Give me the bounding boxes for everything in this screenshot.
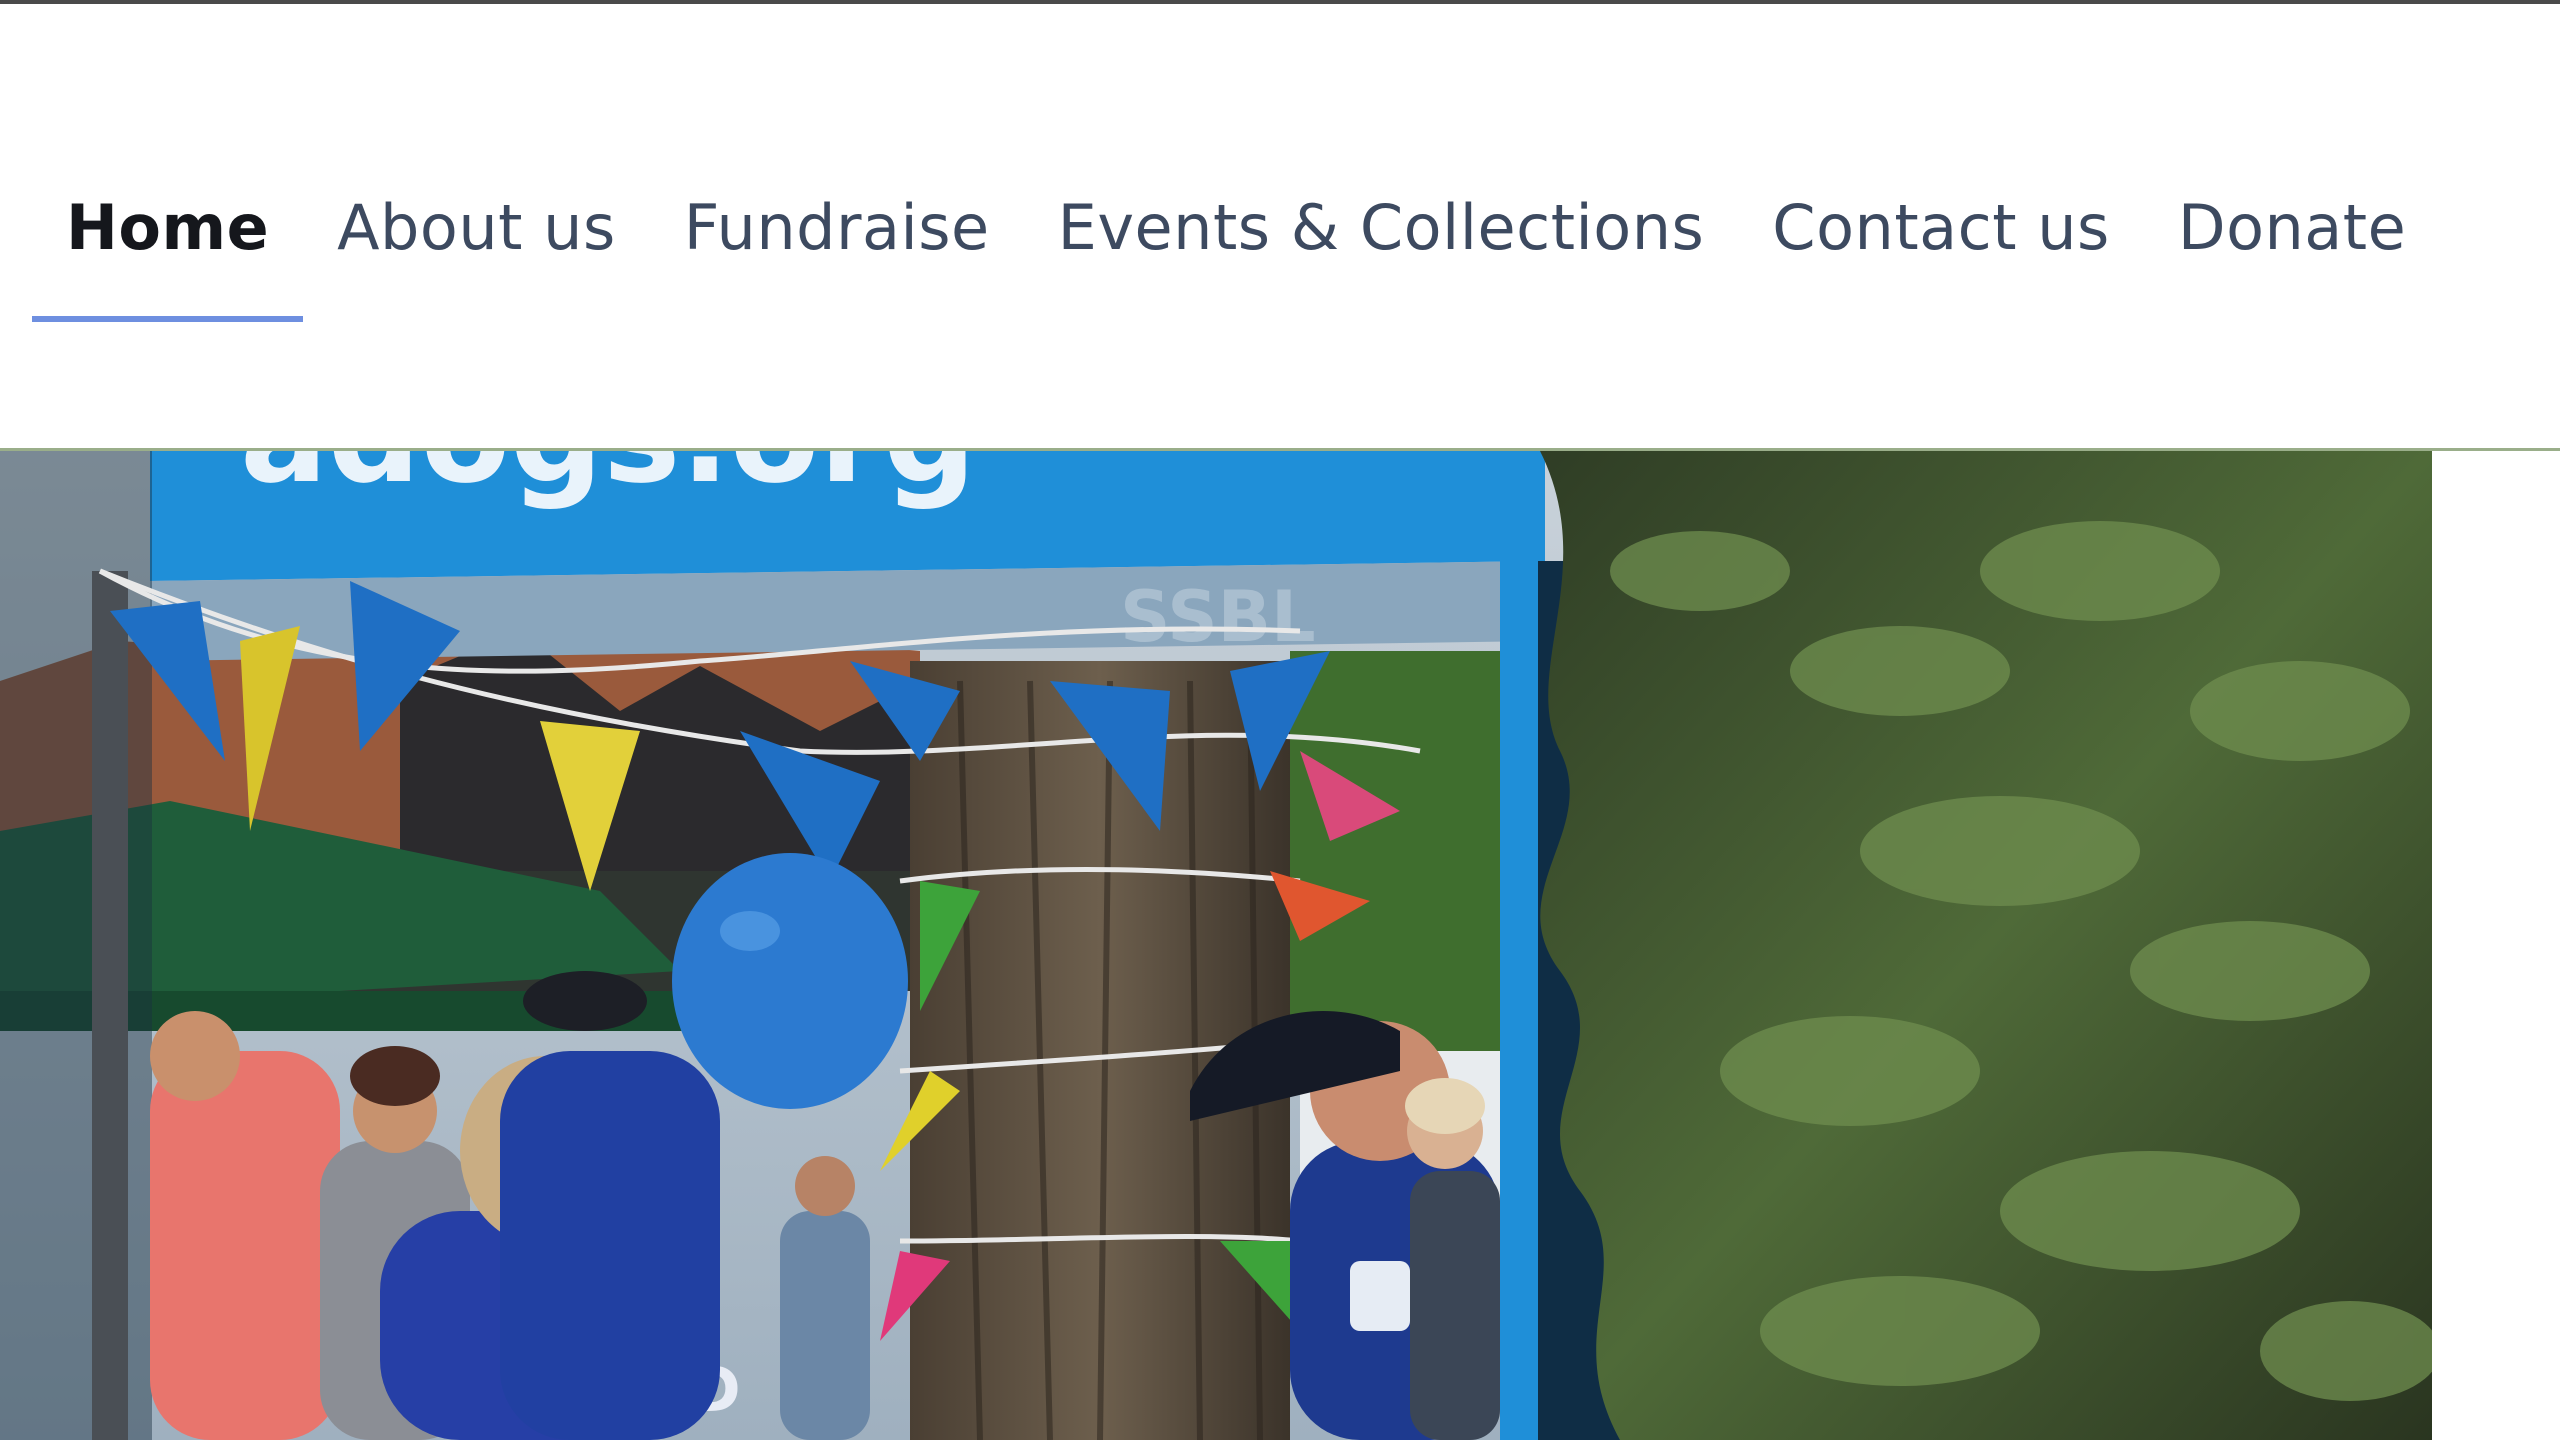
nav-item-donate[interactable]: Donate (2144, 180, 2440, 322)
nav-item-label: Contact us (1772, 191, 2110, 264)
nav-item-home[interactable]: Home (32, 180, 304, 322)
svg-text:adogs.org: adogs.org (240, 451, 976, 512)
nav-item-events-collections[interactable]: Events & Collections (1024, 180, 1739, 322)
page: Home About us Fundraise Events & Collect… (0, 0, 2560, 1440)
hero-image: adogs.org SSBL Sponsor a Puppy today and… (0, 451, 2432, 1440)
main-nav: Home About us Fundraise Events & Collect… (32, 180, 2440, 322)
nav-item-about-us[interactable]: About us (303, 180, 650, 322)
nav-item-label: Home (66, 191, 270, 264)
nav-item-fundraise[interactable]: Fundraise (650, 180, 1024, 322)
svg-text:SSBL: SSBL (1120, 576, 1316, 658)
site-header: Home About us Fundraise Events & Collect… (0, 4, 2560, 448)
active-indicator (32, 316, 304, 322)
nav-item-label: Fundraise (683, 191, 990, 264)
nav-item-label: About us (337, 191, 616, 264)
nav-item-label: Events & Collections (1057, 191, 1705, 264)
hero-photo-illustration: adogs.org SSBL Sponsor a Puppy today and… (0, 451, 2432, 1440)
nav-item-contact-us[interactable]: Contact us (1738, 180, 2144, 322)
nav-item-label: Donate (2177, 191, 2407, 264)
